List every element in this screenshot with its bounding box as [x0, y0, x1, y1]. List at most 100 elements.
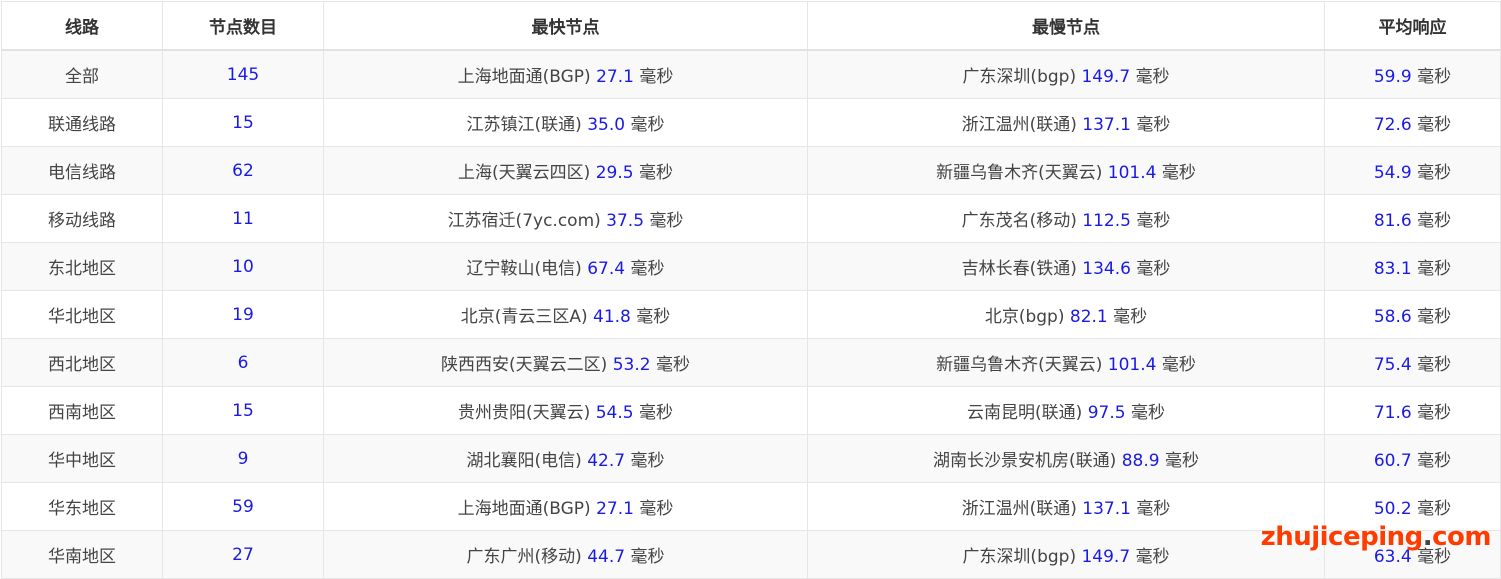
cell-average-response: 58.6 毫秒	[1324, 290, 1501, 339]
table-row: 西北地区 6 陕西西安(天翼云二区) 53.2 毫秒 新疆乌鲁木齐(天翼云) 101.…	[1, 338, 1501, 387]
cell-average-response: 83.1 毫秒	[1324, 242, 1501, 291]
table-row: 全部 145 上海地面通(BGP) 27.1 毫秒 广东深圳(bgp) 149.7 毫…	[1, 49, 1501, 99]
cell-fastest-node: 上海地面通(BGP) 27.1 毫秒	[323, 482, 808, 531]
table-row: 西南地区 15 贵州贵阳(天翼云) 54.5 毫秒 云南昆明(联通) 97.5 毫秒 7…	[1, 386, 1501, 435]
node-count: 145	[226, 64, 260, 85]
cell-fastest-node: 江苏镇江(联通) 35.0 毫秒	[323, 98, 808, 147]
slowest-node-name: 湖南长沙景安机房(联通)	[933, 451, 1117, 471]
speed-test-table: 线路 节点数目 最快节点 最慢节点 平均响应 全部 145 上海地面通(BGP) 2…	[1, 1, 1501, 579]
unit-label: 毫秒	[1417, 163, 1452, 183]
unit-label: 毫秒	[630, 115, 665, 135]
cell-average-response: 60.7 毫秒	[1324, 434, 1501, 483]
unit-label: 毫秒	[639, 499, 674, 519]
cell-node-count: 27	[162, 530, 324, 579]
node-count: 6	[237, 352, 249, 373]
unit-label: 毫秒	[639, 67, 674, 87]
unit-label: 毫秒	[638, 403, 673, 423]
slowest-node-ms: 82.1	[1069, 307, 1108, 327]
unit-label: 毫秒	[1417, 259, 1452, 279]
cell-node-count: 59	[162, 482, 324, 531]
cell-slowest-node: 广东深圳(bgp) 149.7 毫秒	[807, 530, 1325, 579]
cell-fastest-node: 辽宁鞍山(电信) 67.4 毫秒	[323, 242, 808, 291]
fastest-node-name: 贵州贵阳(天翼云)	[458, 403, 591, 423]
slowest-node-name: 吉林长春(铁通)	[961, 259, 1077, 279]
fastest-node-ms: 35.0	[587, 115, 626, 135]
line-name: 华中地区	[48, 451, 116, 471]
fastest-node-name: 辽宁鞍山(电信)	[466, 259, 582, 279]
slowest-node-ms: 88.9	[1121, 451, 1160, 471]
fastest-node-ms: 54.5	[595, 403, 634, 423]
table-row: 东北地区 10 辽宁鞍山(电信) 67.4 毫秒 吉林长春(铁通) 134.6 毫秒 8…	[1, 242, 1501, 291]
slowest-node-name: 广东深圳(bgp)	[962, 67, 1077, 87]
unit-label: 毫秒	[655, 355, 690, 375]
header-average-response: 平均响应	[1324, 1, 1501, 51]
fastest-node-ms: 53.2	[612, 355, 651, 375]
slowest-node-name: 新疆乌鲁木齐(天翼云)	[936, 163, 1103, 183]
unit-label: 毫秒	[1417, 355, 1452, 375]
unit-label: 毫秒	[1136, 499, 1171, 519]
slowest-node-name: 新疆乌鲁木齐(天翼云)	[936, 355, 1103, 375]
unit-label: 毫秒	[1417, 451, 1452, 471]
slowest-node-ms: 134.6	[1082, 259, 1131, 279]
cell-line: 联通线路	[1, 98, 163, 147]
average-ms: 54.9	[1373, 163, 1412, 183]
cell-average-response: 54.9 毫秒	[1324, 146, 1501, 195]
cell-fastest-node: 上海(天翼云四区) 29.5 毫秒	[323, 146, 808, 195]
cell-slowest-node: 广东茂名(移动) 112.5 毫秒	[807, 194, 1325, 243]
cell-node-count: 6	[162, 338, 324, 387]
cell-line: 东北地区	[1, 242, 163, 291]
cell-node-count: 9	[162, 434, 324, 483]
watermark-text: zhujiceping	[1260, 522, 1424, 552]
fastest-node-ms: 44.7	[587, 547, 626, 567]
cell-slowest-node: 云南昆明(联通) 97.5 毫秒	[807, 386, 1325, 435]
unit-label: 毫秒	[1113, 307, 1148, 327]
fastest-node-ms: 42.7	[587, 451, 626, 471]
slowest-node-ms: 149.7	[1081, 547, 1131, 567]
line-name: 全部	[65, 67, 99, 87]
cell-line: 华中地区	[1, 434, 163, 483]
cell-line: 电信线路	[1, 146, 163, 195]
fastest-node-name: 广东广州(移动)	[466, 547, 582, 567]
fastest-node-ms: 27.1	[596, 499, 634, 519]
cell-line: 全部	[1, 49, 163, 99]
node-count: 15	[232, 112, 254, 133]
unit-label: 毫秒	[1136, 115, 1171, 135]
cell-fastest-node: 广东广州(移动) 44.7 毫秒	[323, 530, 808, 579]
unit-label: 毫秒	[1136, 259, 1171, 279]
unit-label: 毫秒	[1417, 403, 1452, 423]
cell-average-response: 81.6 毫秒	[1324, 194, 1501, 243]
cell-fastest-node: 江苏宿迁(7yc.com) 37.5 毫秒	[323, 194, 808, 243]
watermark: zhujiceping.com	[1260, 522, 1492, 552]
slowest-node-name: 北京(bgp)	[984, 307, 1065, 327]
unit-label: 毫秒	[649, 211, 684, 231]
fastest-node-ms: 29.5	[595, 163, 634, 183]
table-header-row: 线路 节点数目 最快节点 最慢节点 平均响应	[1, 1, 1501, 51]
table-row: 电信线路 62 上海(天翼云四区) 29.5 毫秒 新疆乌鲁木齐(天翼云) 101.4…	[1, 146, 1501, 195]
cell-fastest-node: 北京(青云三区A) 41.8 毫秒	[323, 290, 808, 339]
unit-label: 毫秒	[1417, 67, 1452, 87]
average-ms: 59.9	[1373, 67, 1412, 87]
cell-average-response: 75.4 毫秒	[1324, 338, 1501, 387]
unit-label: 毫秒	[1417, 499, 1452, 519]
node-count: 10	[232, 256, 254, 277]
header-slowest-node: 最慢节点	[807, 1, 1325, 51]
cell-fastest-node: 陕西西安(天翼云二区) 53.2 毫秒	[323, 338, 808, 387]
average-ms: 58.6	[1373, 307, 1412, 327]
cell-slowest-node: 北京(bgp) 82.1 毫秒	[807, 290, 1325, 339]
unit-label: 毫秒	[1161, 355, 1196, 375]
cell-average-response: 72.6 毫秒	[1324, 98, 1501, 147]
slowest-node-ms: 112.5	[1082, 211, 1131, 231]
node-count: 11	[232, 208, 254, 229]
fastest-node-ms: 67.4	[587, 259, 626, 279]
slowest-node-name: 浙江温州(联通)	[961, 499, 1077, 519]
cell-line: 华北地区	[1, 290, 163, 339]
unit-label: 毫秒	[630, 451, 665, 471]
fastest-node-ms: 27.1	[596, 67, 634, 87]
node-count: 19	[232, 304, 254, 325]
line-name: 华南地区	[48, 547, 116, 567]
fastest-node-name: 陕西西安(天翼云二区)	[441, 355, 608, 375]
line-name: 移动线路	[48, 211, 116, 231]
average-ms: 60.7	[1373, 451, 1412, 471]
watermark-dot: .	[1422, 522, 1433, 552]
fastest-node-name: 江苏镇江(联通)	[466, 115, 582, 135]
